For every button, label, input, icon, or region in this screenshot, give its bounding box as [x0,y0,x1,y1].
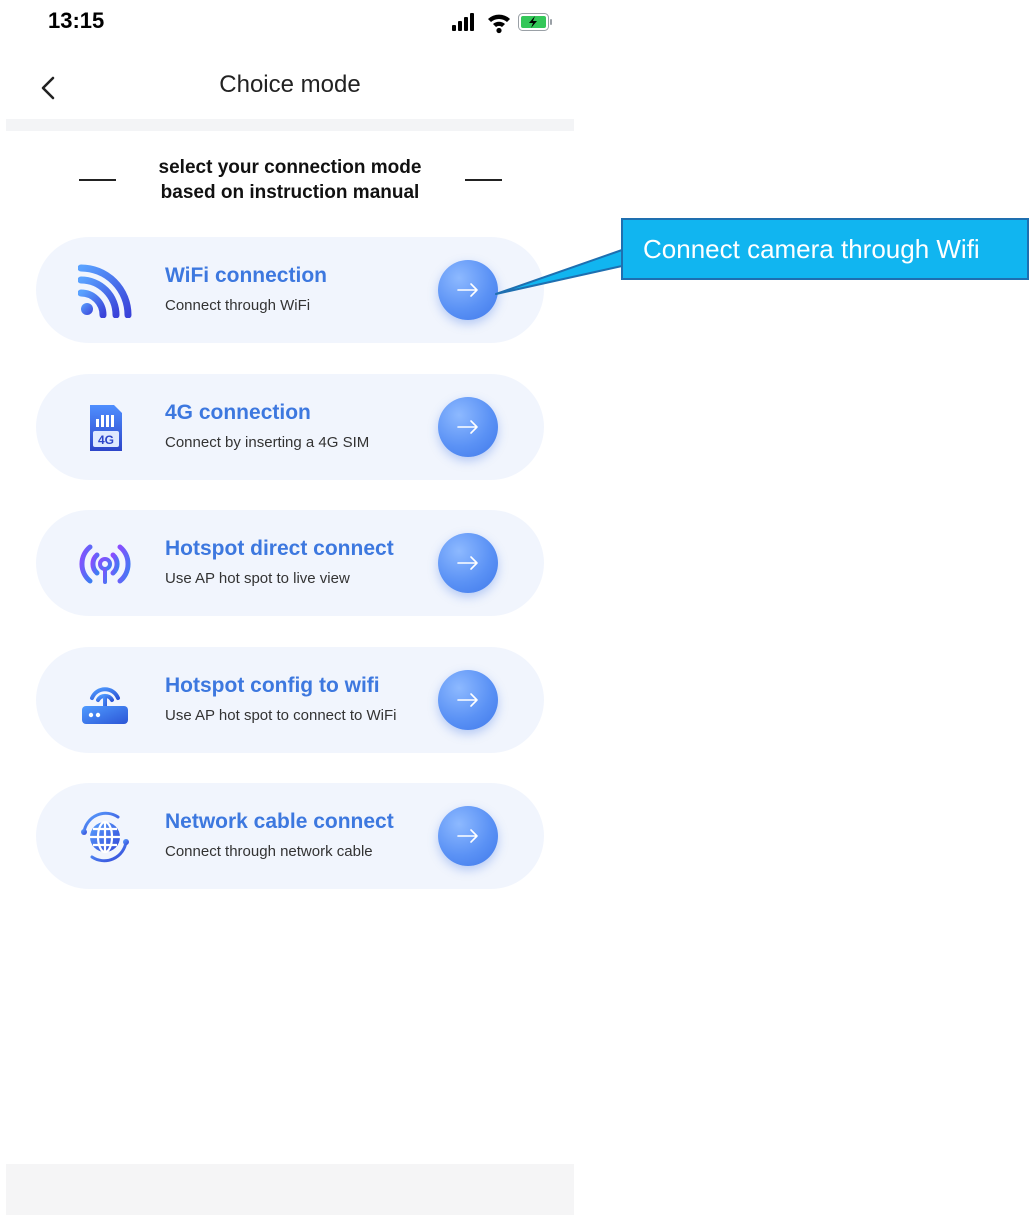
annotation-callout: Connect camera through Wifi [621,218,1029,280]
arrow-button[interactable] [438,806,498,866]
option-title: Network cable connect [165,810,394,833]
option-subtitle: Use AP hot spot to live view [165,570,350,587]
arrow-button[interactable] [438,670,498,730]
heading-left-line [79,179,116,181]
header-divider [6,119,574,131]
option-title: 4G connection [165,401,311,424]
battery-charging-icon [518,13,552,31]
arrow-right-icon [457,283,478,297]
arrow-right-icon [457,556,478,570]
option-subtitle: Connect by inserting a 4G SIM [165,434,370,451]
arrow-button[interactable] [438,533,498,593]
option-subtitle: Use AP hot spot to connect to WiFi [165,707,397,724]
nav-bar: Choice mode [0,56,580,118]
option-wifi-connection[interactable]: WiFi connection Connect through WiFi [36,237,544,343]
signal-icon [452,13,474,31]
bottom-bar [6,1164,574,1215]
heading-text: select your connection mode based on ins… [125,155,455,205]
arrow-right-icon [457,693,478,707]
svg-text:4G: 4G [98,433,114,447]
heading-line-2: based on instruction manual [160,182,420,203]
arrow-right-icon [457,829,478,843]
option-hotspot-direct-connect[interactable]: Hotspot direct connect Use AP hot spot t… [36,510,544,616]
option-title: WiFi connection [165,264,327,287]
option-4g-connection[interactable]: 4G 4G connection Connect by inserting a … [36,374,544,480]
status-icons [452,13,552,34]
option-subtitle: Connect through WiFi [165,297,311,314]
callout-text: Connect camera through Wifi [643,234,980,264]
option-network-cable-connect[interactable]: Network cable connect Connect through ne… [36,783,544,889]
page-title: Choice mode [219,71,361,98]
heading-right-line [465,179,502,181]
phone-screen: 13:15 Choice mode select your connection… [0,0,580,1215]
network-globe-icon [81,811,129,863]
arrow-button[interactable] [438,397,498,457]
router-icon [82,687,128,724]
option-title: Hotspot config to wifi [165,674,380,697]
instruction-heading: select your connection mode based on ins… [75,155,505,211]
arrow-right-icon [457,420,478,434]
option-hotspot-config-to-wifi[interactable]: Hotspot config to wifi Use AP hot spot t… [36,647,544,753]
status-time: 13:15 [48,8,105,33]
hotspot-icon [79,544,131,584]
wifi-icon [78,264,132,318]
sim-card-4g-icon: 4G [90,405,122,451]
wifi-icon [488,14,510,34]
arrow-button[interactable] [438,260,498,320]
option-subtitle: Connect through network cable [165,843,373,860]
option-title: Hotspot direct connect [165,537,394,560]
heading-line-1: select your connection mode [158,157,422,178]
status-bar: 13:15 [0,0,580,40]
